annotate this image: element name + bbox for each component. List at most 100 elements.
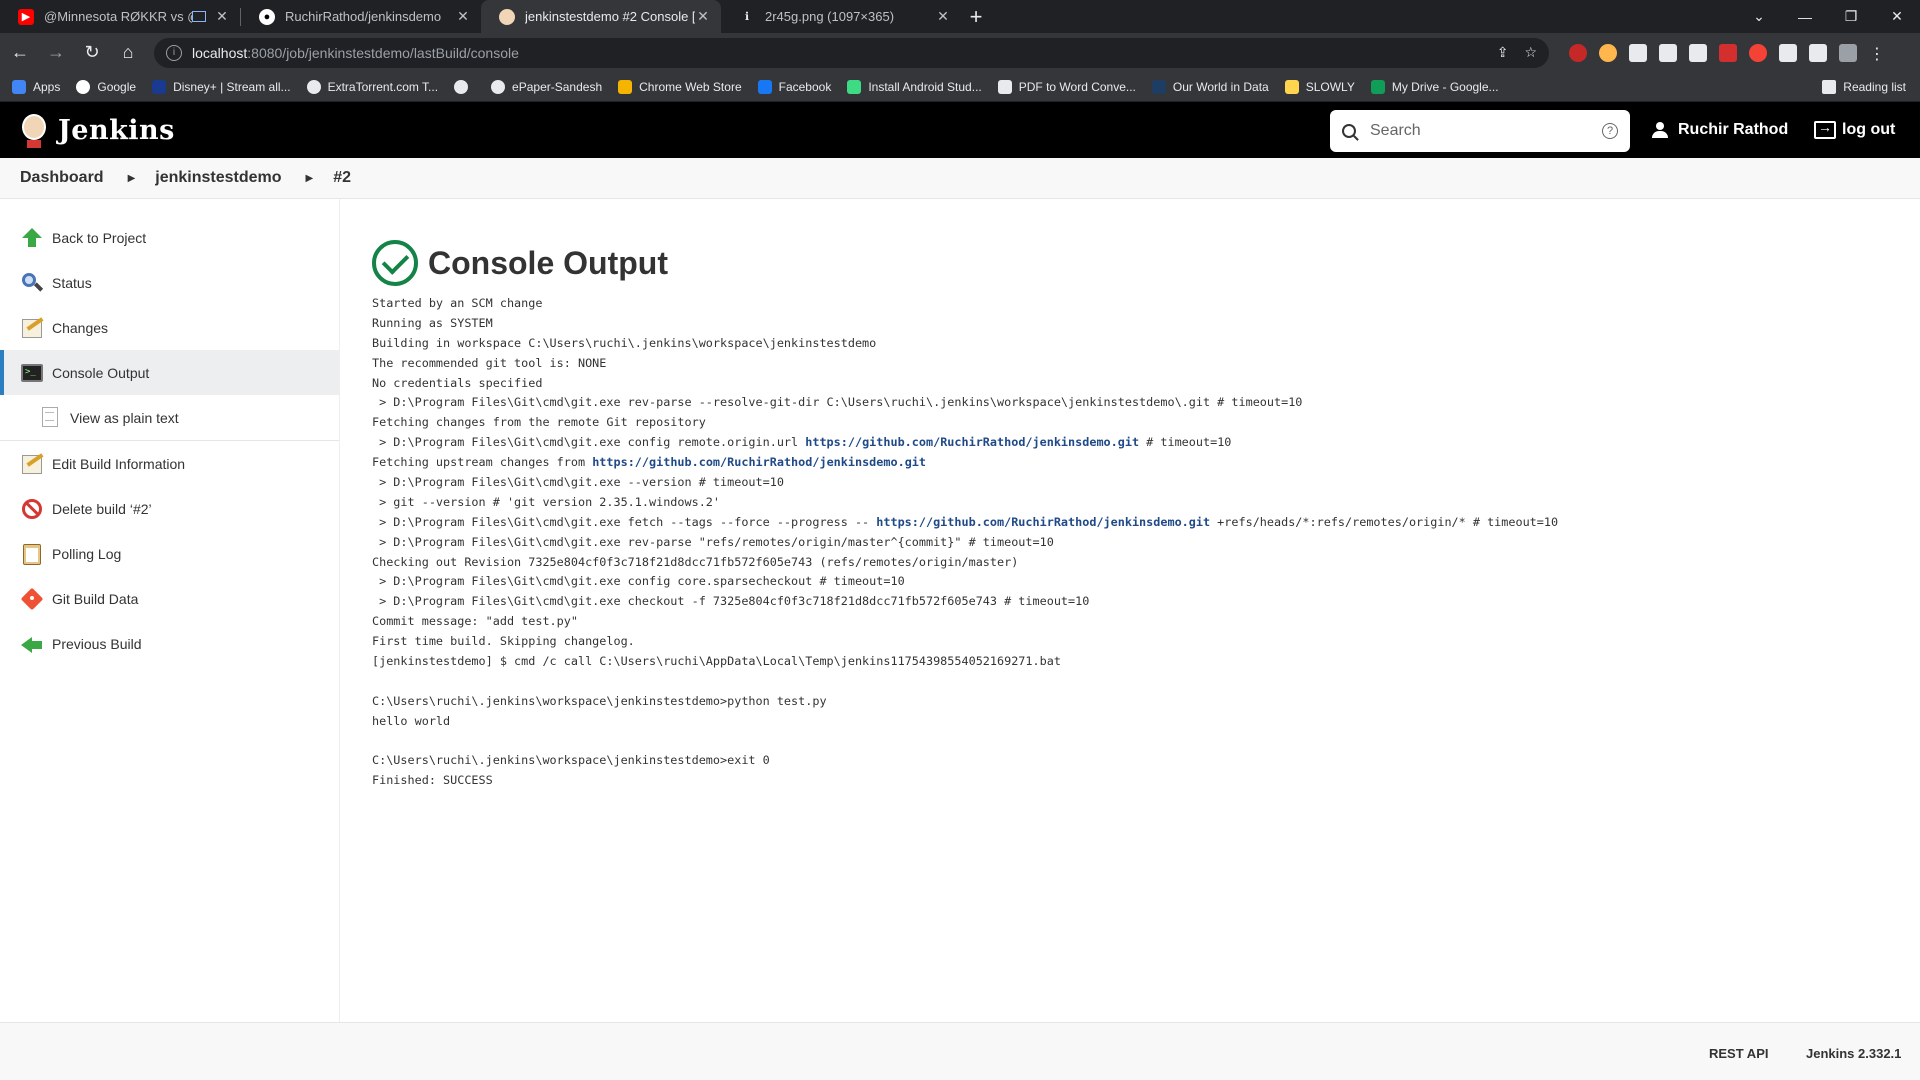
youtube-icon: ▶ xyxy=(18,8,34,25)
browser-tab[interactable]: ● RuchirRathod/jenkinsdemo ✕ xyxy=(241,0,481,33)
minimize-button[interactable]: — xyxy=(1782,0,1828,33)
task-status[interactable]: Status xyxy=(0,260,339,305)
task-view-plain-text[interactable]: View as plain text xyxy=(0,395,339,441)
puzzle-icon[interactable] xyxy=(1779,43,1797,62)
search-input[interactable] xyxy=(1370,122,1602,140)
google-drive-icon xyxy=(1370,79,1385,94)
rest-api-link[interactable]: REST API xyxy=(1709,1046,1768,1061)
bookmark-item[interactable]: Google xyxy=(76,79,136,94)
console-link[interactable]: https://github.com/RuchirRathod/jenkinsd… xyxy=(805,435,1139,449)
new-tab-button[interactable]: + xyxy=(961,0,991,33)
profile-avatar[interactable] xyxy=(1839,43,1857,62)
breadcrumb-job[interactable]: jenkinstestdemo xyxy=(155,169,281,187)
success-check-icon xyxy=(372,240,418,286)
bookmark-apps[interactable]: Apps xyxy=(12,79,60,94)
console-text: > D:\Program Files\Git\cmd\git.exe confi… xyxy=(372,435,806,450)
site-info-icon[interactable]: i xyxy=(166,44,182,61)
browser-tab[interactable]: ℹ 2r45g.png (1097×365) ✕ xyxy=(721,0,961,33)
jenkins-logo[interactable]: Jenkins xyxy=(18,110,175,150)
home-button[interactable]: ⌂ xyxy=(112,37,144,69)
console-link[interactable]: https://github.com/RuchirRathod/jenkinsd… xyxy=(876,515,1210,529)
document-icon xyxy=(42,406,60,429)
task-previous-build[interactable]: Previous Build xyxy=(0,621,339,666)
bookmark-item[interactable]: Facebook xyxy=(757,79,831,94)
window-controls: ⌄ — ❐ ✕ xyxy=(1736,0,1920,33)
bookmark-item[interactable]: Chrome Web Store xyxy=(618,79,742,94)
console-line: Running as SYSTEM xyxy=(372,314,1882,334)
console-line: > D:\Program Files\Git\cmd\git.exe rev-p… xyxy=(372,393,1882,413)
tab-search-icon[interactable]: ⌄ xyxy=(1736,0,1782,33)
bookmark-item[interactable]: Disney+ | Stream all... xyxy=(152,79,291,94)
console-line: > D:\Program Files\Git\cmd\git.exe check… xyxy=(372,592,1882,612)
reload-button[interactable]: ↻ xyxy=(76,37,108,69)
bookmark-item[interactable]: ExtraTorrent.com T... xyxy=(306,79,438,94)
console-text: > git --version # 'git version 2.35.1.wi… xyxy=(372,494,721,509)
console-text: > D:\Program Files\Git\cmd\git.exe --ver… xyxy=(372,475,784,490)
breadcrumb-build[interactable]: #2 xyxy=(333,169,351,187)
share-icon[interactable]: ⇪ xyxy=(1497,44,1509,61)
back-button[interactable]: ← xyxy=(4,37,36,69)
bookmark-item[interactable]: Install Android Stud... xyxy=(847,79,982,94)
console-link[interactable]: https://github.com/RuchirRathod/jenkinsd… xyxy=(592,455,926,469)
bookmark-star-icon[interactable]: ☆ xyxy=(1524,44,1537,61)
apps-grid-icon xyxy=(12,79,26,94)
console-text: > D:\Program Files\Git\cmd\git.exe rev-p… xyxy=(372,395,1303,410)
reading-list[interactable]: Reading list xyxy=(1822,72,1906,102)
address-bar[interactable]: i localhost:8080/job/jenkinstestdemo/las… xyxy=(154,37,1549,68)
task-edit-build-information[interactable]: Edit Build Information xyxy=(0,441,339,486)
task-delete-build[interactable]: Delete build ‘#2’ xyxy=(0,486,339,531)
breadcrumb-chevron-icon[interactable]: ▶ xyxy=(128,173,136,184)
bookmark-item[interactable]: ePaper-Sandesh xyxy=(491,79,602,94)
browser-tab[interactable]: ▶ @Minnesota RØKKR vs @Pa ✕ xyxy=(0,0,240,33)
console-text: Commit message: "add test.py" xyxy=(372,614,578,629)
git-icon xyxy=(20,587,44,611)
forward-button[interactable]: → xyxy=(40,37,72,69)
android-icon xyxy=(847,79,862,94)
console-line: Commit message: "add test.py" xyxy=(372,612,1882,632)
extension-icon[interactable] xyxy=(1659,43,1677,62)
bookmark-item[interactable]: My Drive - Google... xyxy=(1370,79,1499,94)
extension-icon[interactable] xyxy=(1719,43,1737,62)
bookmark-item[interactable] xyxy=(454,79,475,94)
jenkins-butler-icon xyxy=(18,110,50,150)
close-tab-icon[interactable]: ✕ xyxy=(455,8,471,25)
task-back-to-project[interactable]: Back to Project xyxy=(0,215,339,260)
menu-kebab-icon[interactable]: ⋮ xyxy=(1869,44,1885,63)
notepad-icon xyxy=(20,316,44,340)
console-line: Fetching changes from the remote Git rep… xyxy=(372,413,1882,433)
extension-icon[interactable] xyxy=(1689,43,1707,62)
browser-tab-active[interactable]: jenkinstestdemo #2 Console [Jen ✕ xyxy=(481,0,721,33)
reading-mode-icon[interactable] xyxy=(1809,43,1827,62)
no-entry-icon xyxy=(20,497,44,521)
restore-button[interactable]: ❐ xyxy=(1828,0,1874,33)
jenkins-icon xyxy=(499,8,515,25)
logout-link[interactable]: log out xyxy=(1814,102,1895,158)
console-line: Finished: SUCCESS xyxy=(372,771,1882,791)
breadcrumb-dashboard[interactable]: Dashboard xyxy=(20,169,104,187)
help-icon[interactable]: ? xyxy=(1602,123,1618,139)
extension-icon[interactable] xyxy=(1569,43,1587,62)
task-polling-log[interactable]: Polling Log xyxy=(0,531,339,576)
extension-icon[interactable] xyxy=(1629,43,1647,62)
task-console-output[interactable]: >_ Console Output xyxy=(0,350,339,395)
console-line: First time build. Skipping changelog. xyxy=(372,632,1882,652)
close-tab-icon[interactable]: ✕ xyxy=(695,8,711,25)
task-changes[interactable]: Changes xyxy=(0,305,339,350)
breadcrumb-chevron-icon[interactable]: ▶ xyxy=(306,173,314,184)
close-window-button[interactable]: ✕ xyxy=(1874,0,1920,33)
bookmark-item[interactable]: PDF to Word Conve... xyxy=(997,79,1136,94)
bookmark-item[interactable]: SLOWLY xyxy=(1284,79,1355,94)
image-icon: ℹ xyxy=(744,11,750,23)
jenkins-title: Jenkins xyxy=(58,114,175,146)
github-icon: ● xyxy=(259,8,275,25)
breadcrumb: Dashboard ▶ jenkinstestdemo ▶ #2 xyxy=(0,158,1920,199)
task-git-build-data[interactable]: Git Build Data xyxy=(0,576,339,621)
extension-icon[interactable] xyxy=(1749,43,1767,62)
close-tab-icon[interactable]: ✕ xyxy=(214,8,230,25)
extension-icon[interactable] xyxy=(1599,43,1617,62)
bookmark-item[interactable]: Our World in Data xyxy=(1151,79,1269,94)
jenkins-version-link[interactable]: Jenkins 2.332.1 xyxy=(1806,1046,1901,1061)
close-tab-icon[interactable]: ✕ xyxy=(935,8,951,25)
user-link[interactable]: Ruchir Rathod xyxy=(1652,102,1788,158)
